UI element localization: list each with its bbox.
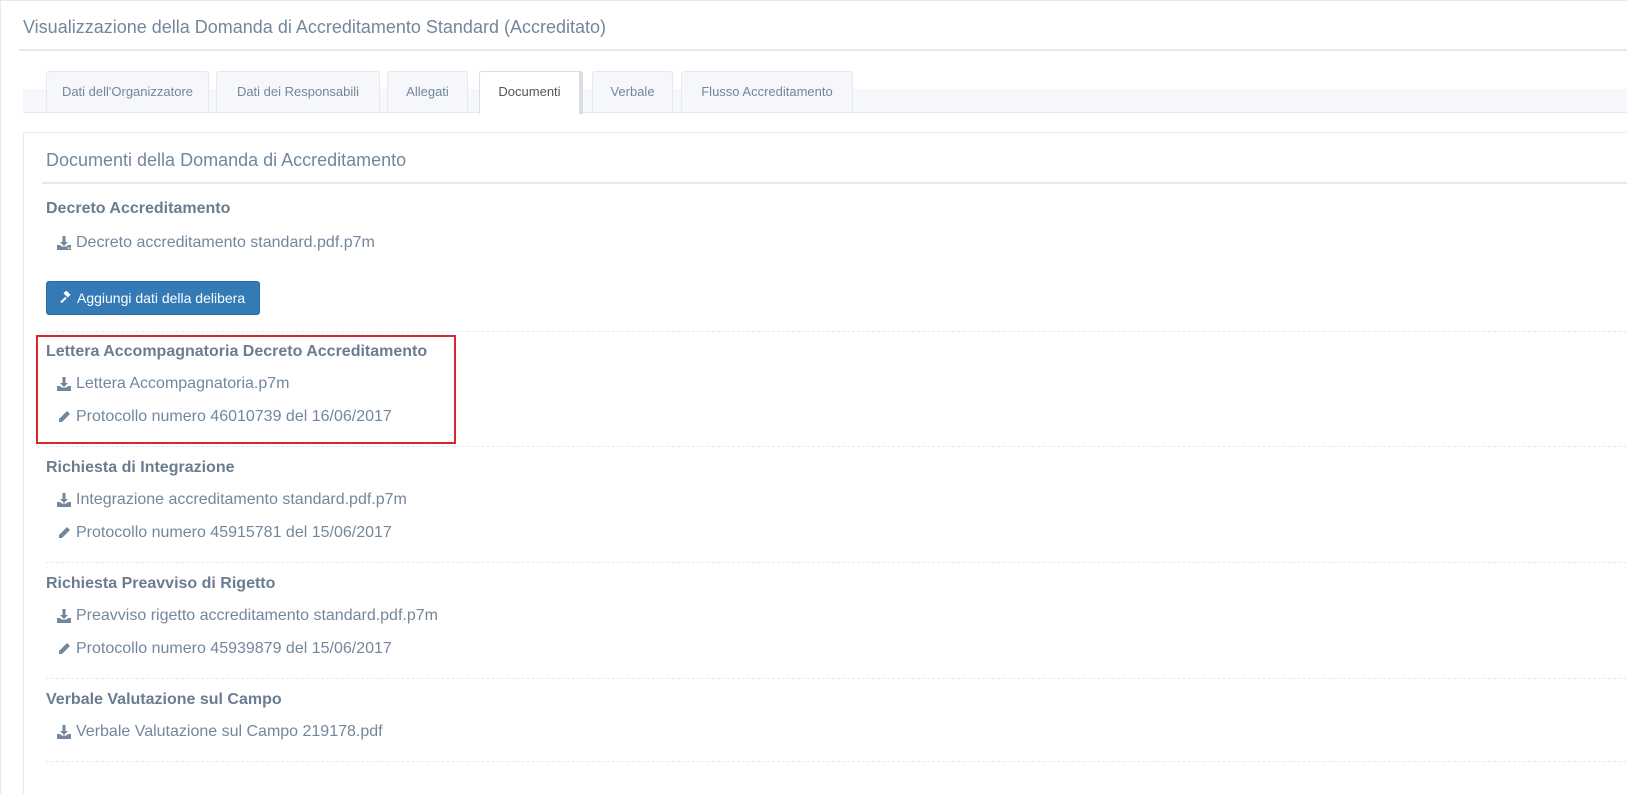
section-preavviso-rigetto: Richiesta Preavviso di Rigetto Preavviso… xyxy=(46,575,1627,679)
gavel-icon xyxy=(60,291,71,304)
add-deliberation-label: Aggiungi dati della delibera xyxy=(77,290,246,306)
section-richiesta-integrazione: Richiesta di Integrazione Integrazione a… xyxy=(46,459,1627,563)
tab-dati-organizzatore[interactable]: Dati dell'Organizzatore xyxy=(46,71,209,112)
section-decreto-accreditamento: Decreto Accreditamento Decreto accredita… xyxy=(46,200,1627,332)
protocol-text: Protocollo numero 45939879 del 15/06/201… xyxy=(76,640,392,657)
file-name: Decreto accreditamento standard.pdf.p7m xyxy=(76,234,375,251)
tab-verbale[interactable]: Verbale xyxy=(592,71,673,112)
file-name: Verbale Valutazione sul Campo 219178.pdf xyxy=(76,723,383,740)
file-link[interactable]: Integrazione accreditamento standard.pdf… xyxy=(56,491,407,509)
page-title: Visualizzazione della Domanda di Accredi… xyxy=(23,17,606,37)
tab-flusso-accreditamento[interactable]: Flusso Accreditamento xyxy=(681,71,853,112)
panel-title: Documenti della Domanda di Accreditament… xyxy=(46,150,407,170)
pencil-icon xyxy=(59,643,70,654)
title-divider xyxy=(19,49,1627,51)
protocol-line: Protocollo numero 45939879 del 15/06/201… xyxy=(56,640,392,658)
file-name: Preavviso rigetto accreditamento standar… xyxy=(76,607,438,624)
page: Visualizzazione della Domanda di Accredi… xyxy=(0,0,1627,794)
highlight-annotation xyxy=(36,335,456,444)
file-link[interactable]: Decreto accreditamento standard.pdf.p7m xyxy=(56,234,375,252)
section-verbale-valutazione: Verbale Valutazione sul Campo Verbale Va… xyxy=(46,691,1627,762)
file-link[interactable]: Preavviso rigetto accreditamento standar… xyxy=(56,607,438,625)
tab-dati-responsabili[interactable]: Dati dei Responsabili xyxy=(216,71,380,112)
download-icon xyxy=(57,609,71,623)
protocol-text: Protocollo numero 45915781 del 15/06/201… xyxy=(76,524,392,541)
download-icon xyxy=(57,236,71,250)
panel-divider xyxy=(42,182,1627,184)
section-title: Richiesta Preavviso di Rigetto xyxy=(46,575,276,592)
tab-documenti[interactable]: Documenti xyxy=(479,71,583,114)
download-icon xyxy=(57,725,71,739)
section-title: Richiesta di Integrazione xyxy=(46,459,235,476)
section-title: Decreto Accreditamento xyxy=(46,200,231,217)
section-title: Verbale Valutazione sul Campo xyxy=(46,691,282,708)
file-name: Integrazione accreditamento standard.pdf… xyxy=(76,491,407,508)
add-deliberation-button[interactable]: Aggiungi dati della delibera xyxy=(46,281,260,315)
protocol-line: Protocollo numero 45915781 del 15/06/201… xyxy=(56,524,392,542)
pencil-icon xyxy=(59,527,70,538)
download-icon xyxy=(57,493,71,507)
file-link[interactable]: Verbale Valutazione sul Campo 219178.pdf xyxy=(56,723,383,741)
documents-panel: Documenti della Domanda di Accreditament… xyxy=(23,132,1627,794)
tab-allegati[interactable]: Allegati xyxy=(387,71,468,112)
